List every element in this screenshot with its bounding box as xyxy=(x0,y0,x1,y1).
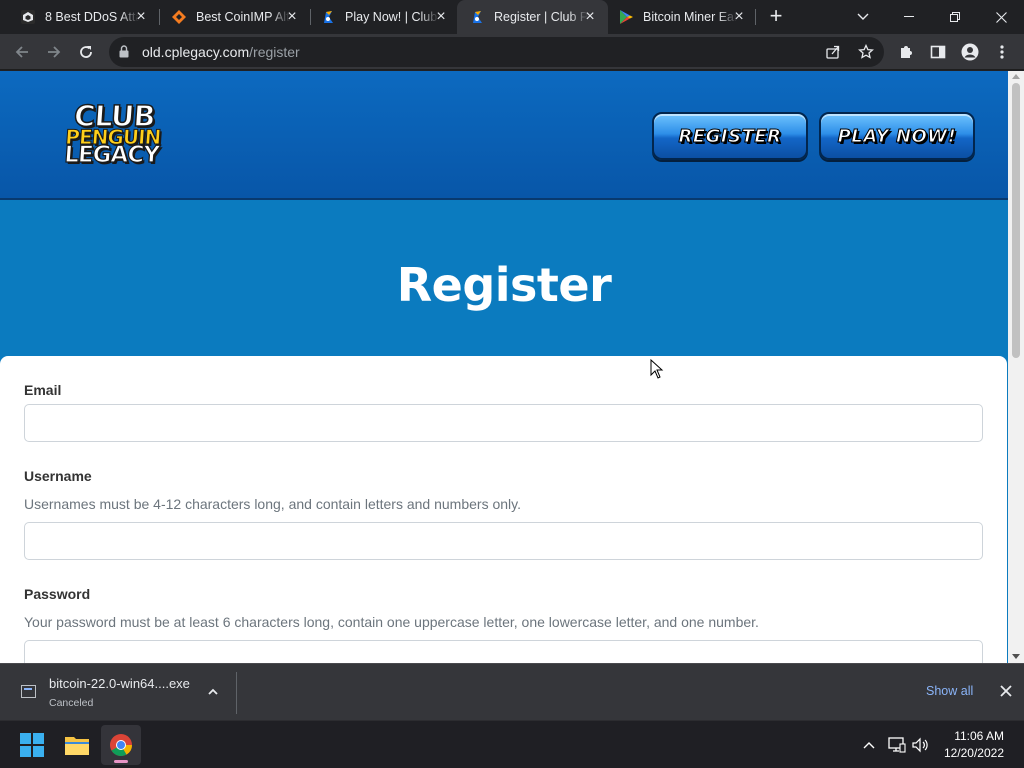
restore-button[interactable] xyxy=(932,0,978,34)
puzzle-icon xyxy=(901,46,912,58)
address-bar[interactable]: old.cplegacy.com/register xyxy=(109,37,884,67)
chrome-taskbar-button[interactable] xyxy=(101,725,141,765)
extensions-button[interactable] xyxy=(892,38,920,66)
email-field[interactable] xyxy=(24,404,983,442)
profile-button[interactable] xyxy=(956,38,984,66)
username-label: Username xyxy=(24,468,92,484)
register-form: Email Username Usernames must be 4-12 ch… xyxy=(0,356,1007,663)
network-icon xyxy=(888,737,906,753)
tab-title: Best CoinIMP Alternatives xyxy=(196,10,290,24)
mouse-pointer-icon xyxy=(650,359,664,379)
forward-button[interactable] xyxy=(40,38,68,66)
show-hidden-icons-button[interactable] xyxy=(859,735,879,755)
start-button[interactable] xyxy=(12,725,52,765)
page-viewport: CLUB PENGUIN LEGACY REGISTER PLAY NOW! R… xyxy=(0,71,1008,663)
email-label: Email xyxy=(24,382,62,398)
reload-icon xyxy=(80,46,92,58)
ddos-site-icon xyxy=(21,10,35,24)
windows-start-icon xyxy=(20,733,44,757)
lock-icon[interactable] xyxy=(119,45,129,58)
club-penguin-icon xyxy=(473,11,482,23)
show-all-downloads-link[interactable]: Show all xyxy=(926,684,973,698)
tab-title: Play Now! | Club Penguin Legacy xyxy=(345,10,439,24)
close-tab-icon[interactable]: × xyxy=(582,9,598,25)
tab-ddos-attack[interactable]: 8 Best DDoS Attack × xyxy=(8,0,159,34)
google-play-icon xyxy=(620,10,633,24)
browser-menu-button[interactable] xyxy=(988,38,1016,66)
scroll-down-arrow-icon[interactable] xyxy=(1012,654,1020,659)
bookmark-star-icon[interactable] xyxy=(858,44,874,60)
browser-tab-strip: 8 Best DDoS Attack × Best CoinIMP Altern… xyxy=(0,0,1024,34)
arrow-right-icon xyxy=(48,46,61,58)
club-penguin-icon xyxy=(324,11,333,23)
scroll-up-arrow-icon[interactable] xyxy=(1012,74,1020,79)
url-host: old.cplegacy.com xyxy=(142,44,250,60)
restore-icon xyxy=(950,12,960,22)
clock-time[interactable]: 11:06 AM xyxy=(924,729,1004,743)
chevron-down-icon xyxy=(857,13,869,20)
close-tab-icon[interactable]: × xyxy=(433,9,449,25)
password-label: Password xyxy=(24,586,91,602)
download-divider xyxy=(236,672,237,714)
register-button-label: REGISTER xyxy=(678,125,782,147)
browser-toolbar: old.cplegacy.com/register xyxy=(0,34,1024,70)
club-penguin-legacy-logo[interactable]: CLUB PENGUIN LEGACY xyxy=(46,98,181,169)
minimize-icon xyxy=(904,16,914,17)
close-tab-icon[interactable]: × xyxy=(284,9,300,25)
close-tab-icon[interactable]: × xyxy=(731,9,747,25)
page-title: Register xyxy=(396,258,612,312)
arrow-left-icon xyxy=(15,46,28,58)
tab-title: 8 Best DDoS Attack xyxy=(45,10,139,24)
file-explorer-icon xyxy=(65,737,89,755)
password-field[interactable] xyxy=(24,640,983,663)
download-status: Canceled xyxy=(49,697,94,709)
tab-coinimp[interactable]: Best CoinIMP Alternatives × xyxy=(159,0,310,34)
tab-play-now[interactable]: Play Now! | Club Penguin Legacy × xyxy=(308,0,459,34)
vertical-scrollbar[interactable] xyxy=(1008,71,1024,663)
url-text: old.cplegacy.com/register xyxy=(142,44,300,60)
windows-taskbar: 11:06 AM 12/20/2022 xyxy=(0,720,1024,768)
site-header: CLUB PENGUIN LEGACY REGISTER PLAY NOW! xyxy=(0,71,1008,200)
password-help-text: Your password must be at least 6 charact… xyxy=(24,614,759,630)
chrome-icon xyxy=(110,734,132,756)
register-button[interactable]: REGISTER xyxy=(652,112,808,160)
chevron-up-icon[interactable] xyxy=(204,683,222,701)
side-panel-button[interactable] xyxy=(924,38,952,66)
url-path: /register xyxy=(249,44,300,60)
coinimp-site-icon xyxy=(172,10,186,24)
network-button[interactable] xyxy=(887,735,907,755)
clock-date[interactable]: 12/20/2022 xyxy=(924,746,1004,760)
close-icon xyxy=(995,11,1007,23)
tab-title: Bitcoin Miner Earn Real Bitcoin xyxy=(643,10,737,24)
share-icon[interactable] xyxy=(825,44,841,60)
tab-search-button[interactable] xyxy=(840,0,886,34)
close-window-button[interactable] xyxy=(978,0,1024,34)
download-filename[interactable]: bitcoin-22.0-win64....exe xyxy=(49,676,190,691)
side-panel-icon xyxy=(930,45,946,59)
download-shelf: bitcoin-22.0-win64....exe Canceled Show … xyxy=(0,663,1024,720)
minimize-button[interactable] xyxy=(886,0,932,34)
tab-divider xyxy=(755,9,756,25)
new-tab-button[interactable]: + xyxy=(764,5,788,29)
executable-file-icon xyxy=(21,685,36,698)
close-icon[interactable] xyxy=(998,683,1014,699)
profile-avatar-icon xyxy=(961,43,979,61)
play-now-button-label: PLAY NOW! xyxy=(837,125,957,147)
file-explorer-button[interactable] xyxy=(57,725,97,765)
logo-line-legacy: LEGACY xyxy=(63,141,161,168)
tab-register-active[interactable]: Register | Club Penguin Legacy × xyxy=(457,0,608,34)
reload-button[interactable] xyxy=(72,38,100,66)
tab-bitcoin-miner[interactable]: Bitcoin Miner Earn Real Bitcoin × xyxy=(606,0,757,34)
back-button[interactable] xyxy=(8,38,36,66)
play-now-button[interactable]: PLAY NOW! xyxy=(819,112,975,160)
close-tab-icon[interactable]: × xyxy=(133,9,149,25)
scrollbar-thumb[interactable] xyxy=(1012,83,1020,358)
tab-title: Register | Club Penguin Legacy xyxy=(494,10,588,24)
username-field[interactable] xyxy=(24,522,983,560)
chevron-up-icon xyxy=(863,742,875,749)
username-help-text: Usernames must be 4-12 characters long, … xyxy=(24,496,521,512)
kebab-menu-icon xyxy=(1000,45,1004,59)
